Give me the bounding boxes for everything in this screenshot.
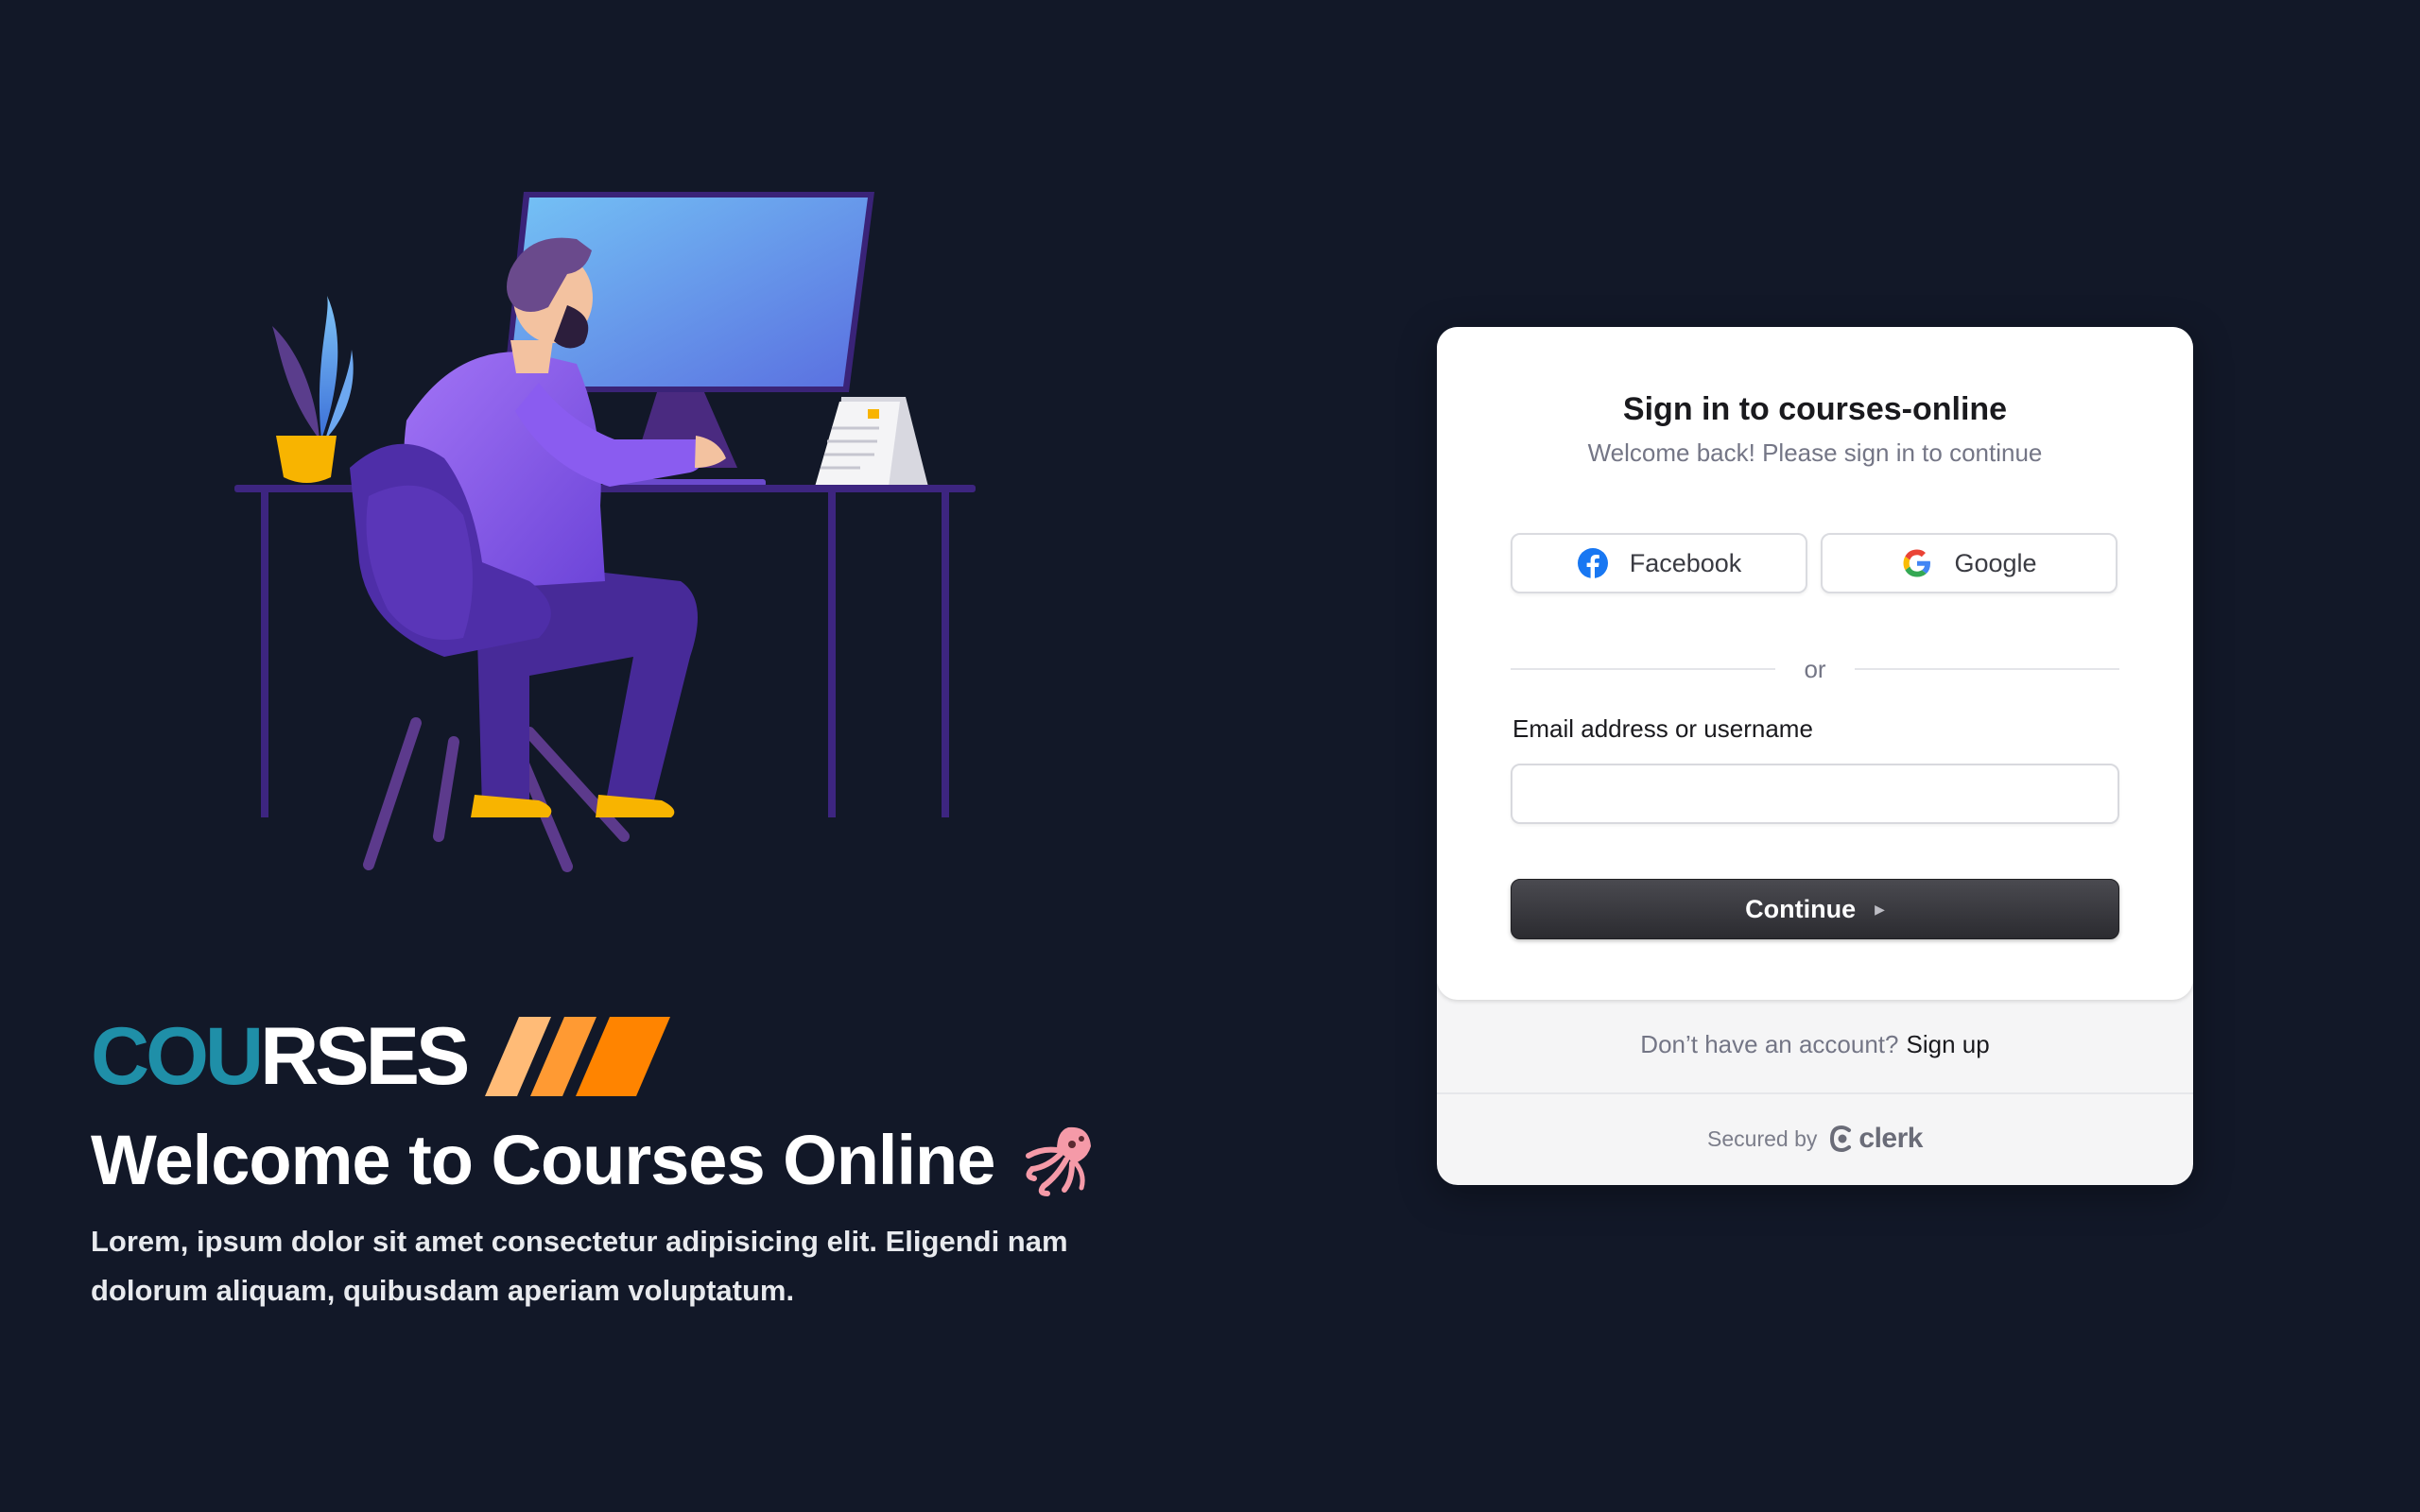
facebook-icon	[1577, 548, 1608, 578]
google-sign-in-button[interactable]: Google	[1821, 533, 2118, 593]
no-account-text: Don’t have an account?	[1640, 1030, 1899, 1058]
divider-line-left	[1511, 668, 1776, 670]
hero-title-text: Welcome to Courses Online	[91, 1121, 995, 1199]
squid-emoji-icon	[1026, 1126, 1092, 1196]
sign-up-link[interactable]: Sign up	[1907, 1030, 1990, 1058]
hero-title: Welcome to Courses Online	[91, 1120, 1097, 1200]
clerk-logo-icon	[1830, 1125, 1852, 1153]
logo-stripes-icon	[485, 1017, 671, 1096]
secured-by-clerk: Secured by clerk	[1437, 1123, 2193, 1155]
person-at-computer-illustration	[234, 192, 976, 872]
sign-in-page: COURSES Welcome to Courses Online Lorem,…	[0, 0, 2420, 1512]
signup-prompt: Don’t have an account? Sign up	[1437, 1030, 2193, 1059]
hero-description: Lorem, ipsum dolor sit amet consectetur …	[91, 1225, 1068, 1307]
or-divider: or	[1511, 652, 2119, 686]
divider-line-right	[1854, 668, 2119, 670]
footer-divider	[1437, 1092, 2193, 1094]
sign-in-card: Sign in to courses-online Welcome back! …	[1437, 327, 2193, 1185]
logo-part-cou: COU	[91, 1011, 264, 1102]
secured-by-text: Secured by	[1707, 1125, 1818, 1151]
clerk-logo: clerk	[1828, 1123, 1923, 1155]
facebook-button-label: Facebook	[1629, 548, 1742, 577]
logo-part-rses: RSES	[260, 1011, 470, 1102]
divider-or-text: or	[1804, 654, 1826, 683]
sign-in-title: Sign in to courses-online	[1622, 391, 2008, 427]
play-arrow-icon: ▶	[1875, 901, 1885, 917]
sign-in-subtitle: Welcome back! Please sign in to continue	[1587, 438, 2043, 467]
continue-button[interactable]: Continue ▶	[1511, 879, 2119, 939]
clerk-wordmark: clerk	[1858, 1123, 1923, 1154]
email-username-input[interactable]	[1511, 764, 2119, 824]
courses-logo: COURSES	[91, 1009, 674, 1104]
logo-wordmark: COURSES	[91, 1016, 470, 1097]
email-field-label: Email address or username	[1512, 714, 1813, 743]
google-icon	[1903, 549, 1931, 577]
sign-in-form-panel: Sign in to courses-online Welcome back! …	[1437, 327, 2193, 1000]
continue-button-label: Continue	[1745, 894, 1857, 923]
google-button-label: Google	[1954, 548, 2037, 577]
facebook-sign-in-button[interactable]: Facebook	[1511, 533, 1807, 593]
